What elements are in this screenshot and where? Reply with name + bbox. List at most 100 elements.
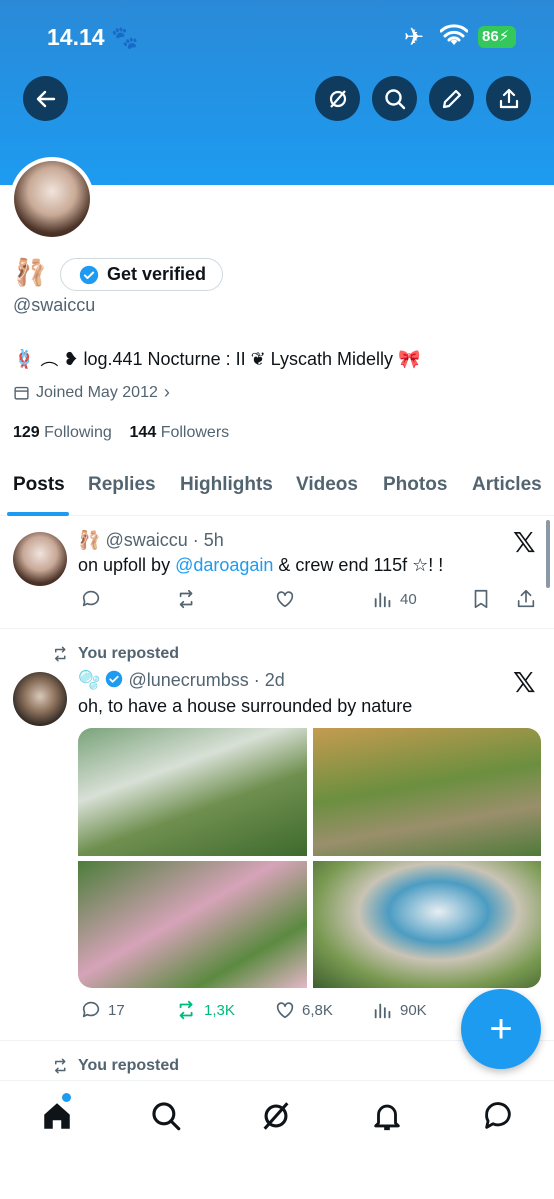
- tab-articles[interactable]: Articles: [472, 474, 542, 496]
- post-avatar[interactable]: [13, 672, 67, 726]
- verified-badge-icon: [79, 265, 99, 284]
- share-post-button[interactable]: [515, 588, 537, 610]
- status-time: 14.14: [47, 24, 105, 50]
- repost-icon: [55, 1058, 66, 1074]
- pencil-icon: [442, 89, 461, 108]
- author-emoji: 🩰: [78, 530, 101, 550]
- repost-indicator: You reposted: [52, 1057, 179, 1075]
- compose-post-button[interactable]: +: [461, 989, 541, 1069]
- profile-avatar[interactable]: [10, 157, 94, 241]
- search-button[interactable]: [372, 76, 417, 121]
- reply-button[interactable]: [80, 588, 102, 610]
- back-button[interactable]: [23, 76, 68, 121]
- wifi-icon: [440, 24, 468, 45]
- post-text: on upfoll by @daroagain & crew end 115f …: [78, 555, 444, 575]
- profile-handle: @swaiccu: [13, 295, 96, 315]
- like-button[interactable]: [274, 588, 296, 610]
- repost-button[interactable]: [176, 588, 198, 610]
- mention-link[interactable]: @daroagain: [175, 555, 273, 575]
- airplane-icon: ✈: [404, 24, 425, 51]
- post-header: 🩰 @swaiccu · 5h: [78, 530, 224, 551]
- arrow-left-icon: [36, 90, 55, 107]
- following-link[interactable]: 129 Following: [13, 424, 112, 441]
- active-tab-indicator: [7, 512, 69, 516]
- post-text: oh, to have a house surrounded by nature: [78, 696, 413, 716]
- status-bar: 14.14 🐾 ✈ 86⚡: [0, 0, 554, 70]
- nav-grok[interactable]: [259, 1099, 293, 1133]
- repost-count: 1,3K: [204, 1001, 235, 1019]
- views-count: 40: [400, 590, 417, 608]
- views-button[interactable]: 40: [372, 588, 417, 610]
- views-count: 90K: [400, 1001, 427, 1019]
- search-icon: [384, 88, 405, 109]
- like-button[interactable]: 6,8K: [274, 999, 333, 1021]
- repost-indicator: You reposted: [52, 645, 179, 663]
- share-icon: [499, 88, 518, 108]
- followers-link[interactable]: 144 Followers: [130, 424, 230, 441]
- media-image-garden-path[interactable]: [313, 728, 541, 856]
- battery-indicator: 86⚡: [478, 26, 516, 48]
- grok-icon: [329, 89, 346, 108]
- heart-icon: [276, 591, 294, 608]
- repost-button[interactable]: 1,3K: [176, 999, 235, 1021]
- media-image-garden-table[interactable]: [78, 861, 307, 988]
- post-header: 🫧 @lunecrumbss · 2d: [78, 670, 285, 691]
- views-icon: [374, 1003, 391, 1019]
- author-emoji: 🫧: [78, 670, 101, 690]
- post-avatar[interactable]: [13, 532, 67, 586]
- profile-tabs: Posts Replies Highlights Videos Photos A…: [0, 462, 554, 516]
- post-divider: [0, 628, 554, 629]
- search-icon: [152, 1102, 181, 1131]
- plus-icon: +: [489, 1007, 513, 1051]
- nav-messages[interactable]: [481, 1099, 515, 1133]
- grok-icon: [263, 1102, 289, 1130]
- repost-icon: [179, 589, 193, 609]
- post-time: · 5h: [192, 530, 224, 550]
- tab-videos[interactable]: Videos: [296, 474, 358, 496]
- heart-icon: [276, 1002, 294, 1019]
- nav-search[interactable]: [149, 1099, 183, 1133]
- calendar-icon: [14, 386, 29, 400]
- bell-icon: [374, 1104, 400, 1131]
- joined-date[interactable]: Joined May 2012 ›: [13, 382, 170, 403]
- reply-icon: [82, 590, 100, 607]
- bookmark-button[interactable]: [470, 588, 492, 610]
- views-button[interactable]: 90K: [372, 999, 427, 1021]
- media-image-birdbath[interactable]: [313, 861, 541, 988]
- share-button[interactable]: [486, 76, 531, 121]
- media-image-cottage[interactable]: [78, 728, 307, 856]
- edit-profile-button[interactable]: [429, 76, 474, 121]
- post-media-grid: [78, 728, 541, 988]
- author-handle[interactable]: @swaiccu: [105, 530, 187, 550]
- profile-bio: 🪢 ︵ ❥ log.441 Nocturne : II ❦ Lyscath Mi…: [13, 349, 421, 369]
- profile-name-emoji: 🩰: [14, 257, 47, 287]
- repost-icon: [55, 646, 66, 662]
- post-time: · 2d: [253, 670, 285, 690]
- home-icon: [44, 1103, 70, 1129]
- tab-photos[interactable]: Photos: [383, 474, 447, 496]
- share-icon: [517, 589, 535, 608]
- chevron-right-icon: ›: [163, 382, 170, 402]
- x-logo-icon: 𝕏: [513, 526, 536, 559]
- follow-stats: 129 Following 144 Followers: [13, 424, 229, 442]
- nav-home[interactable]: [40, 1099, 74, 1133]
- get-verified-button[interactable]: Get verified: [60, 258, 224, 291]
- author-handle[interactable]: @lunecrumbss: [128, 670, 248, 690]
- bottom-navigation: [0, 1080, 554, 1199]
- views-icon: [374, 592, 391, 608]
- reply-count: 17: [108, 1001, 125, 1019]
- get-verified-label: Get verified: [107, 264, 207, 284]
- tab-replies[interactable]: Replies: [88, 474, 156, 496]
- tab-posts[interactable]: Posts: [13, 474, 65, 496]
- scrollbar[interactable]: [546, 520, 550, 588]
- joined-label: Joined May 2012: [36, 383, 158, 401]
- repost-icon: [179, 1000, 193, 1020]
- paw-icon: 🐾: [111, 25, 139, 50]
- nav-notifications[interactable]: [370, 1099, 404, 1133]
- like-count: 6,8K: [302, 1001, 333, 1019]
- home-notification-dot: [62, 1093, 71, 1102]
- grok-button[interactable]: [315, 76, 360, 121]
- reply-button[interactable]: 17: [80, 999, 125, 1021]
- reply-icon: [82, 1001, 100, 1018]
- tab-highlights[interactable]: Highlights: [180, 474, 273, 496]
